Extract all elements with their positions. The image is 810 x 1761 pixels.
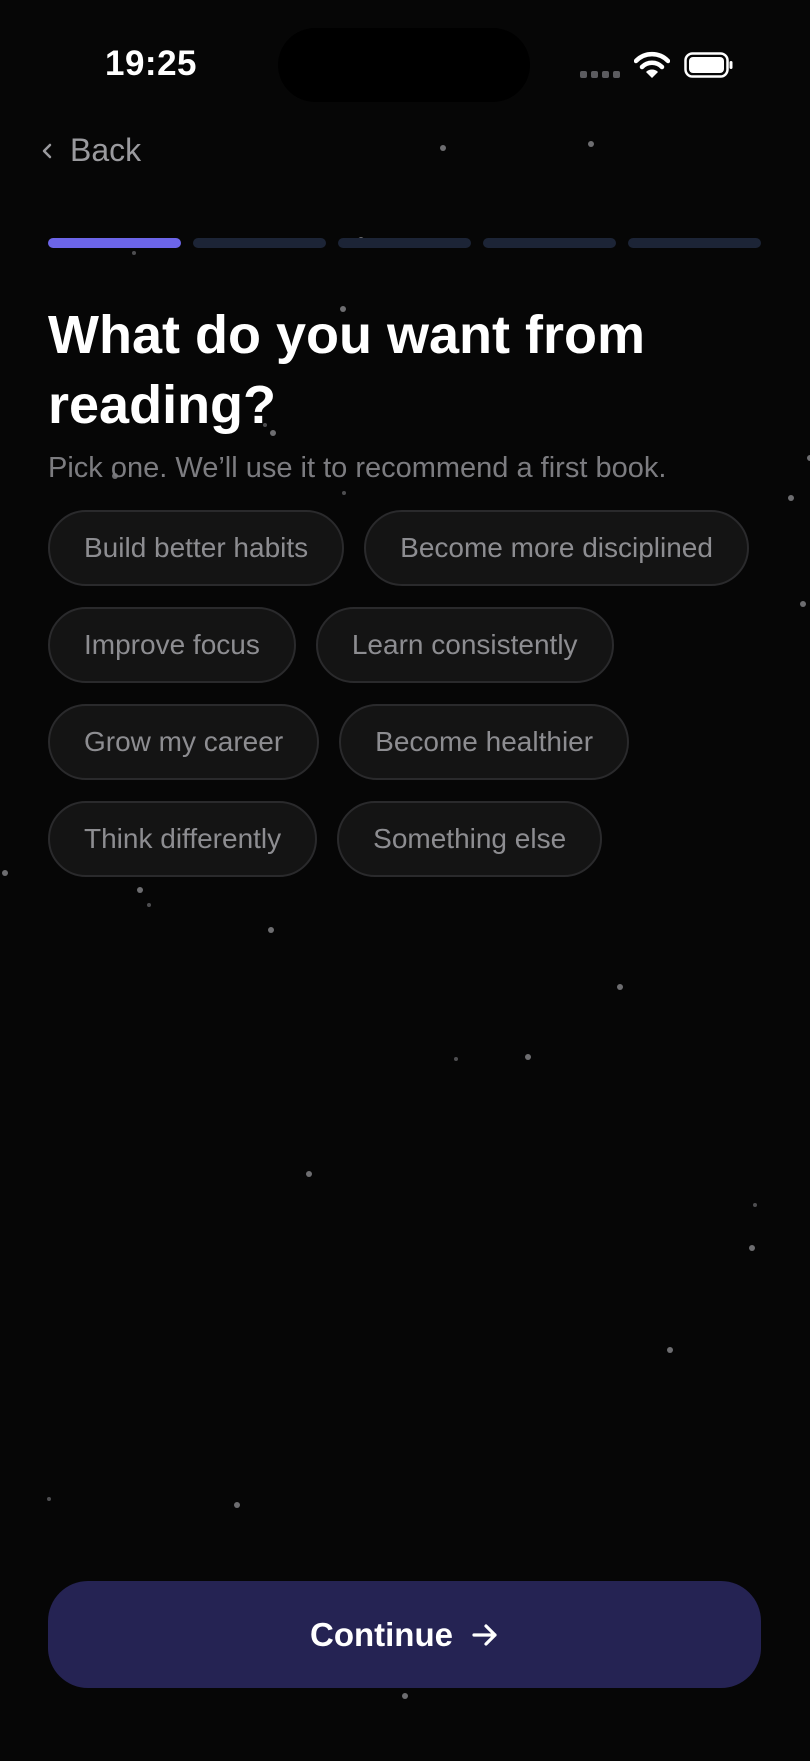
progress-segment bbox=[48, 238, 181, 248]
progress-segment bbox=[483, 238, 616, 248]
wifi-icon bbox=[634, 51, 670, 78]
question-subtitle: Pick one. We’ll use it to recommend a fi… bbox=[48, 452, 667, 484]
cellular-signal-icon bbox=[580, 71, 620, 78]
dynamic-island bbox=[278, 28, 530, 102]
chevron-left-icon bbox=[42, 143, 52, 158]
option-chip-improve-focus[interactable]: Improve focus bbox=[48, 607, 296, 683]
star-dot bbox=[306, 1171, 312, 1177]
star-dot bbox=[749, 1245, 755, 1251]
star-dot bbox=[667, 1347, 673, 1353]
star-dot bbox=[234, 1502, 240, 1508]
starfield-background bbox=[0, 0, 810, 1761]
star-dot bbox=[132, 251, 136, 255]
star-dot bbox=[47, 1497, 51, 1501]
progress-segment bbox=[338, 238, 471, 248]
star-dot bbox=[788, 495, 794, 501]
star-dot bbox=[268, 927, 274, 933]
star-dot bbox=[525, 1054, 531, 1060]
star-dot bbox=[800, 601, 806, 607]
option-chip-learn-consistently[interactable]: Learn consistently bbox=[315, 607, 614, 683]
option-chip-become-healthier[interactable]: Become healthier bbox=[339, 704, 630, 780]
back-label: Back bbox=[70, 132, 142, 168]
step-progress-bar bbox=[48, 238, 761, 248]
status-bar: 19:25 bbox=[0, 0, 810, 130]
star-dot bbox=[753, 1203, 757, 1207]
progress-segment bbox=[628, 238, 761, 248]
option-chip-something-else[interactable]: Something else bbox=[337, 801, 603, 877]
question-title: What do you want from reading? bbox=[48, 305, 645, 435]
continue-button[interactable]: Continue bbox=[48, 1581, 761, 1688]
option-chip-grow-my-career[interactable]: Grow my career bbox=[48, 704, 320, 780]
status-time: 19:25 bbox=[105, 44, 198, 83]
option-chip-build-better-habits[interactable]: Build better habits bbox=[48, 510, 345, 586]
star-dot bbox=[588, 141, 594, 147]
star-dot bbox=[2, 870, 8, 876]
option-chips: Build better habits Become more discipli… bbox=[48, 510, 768, 877]
battery-icon bbox=[684, 52, 733, 78]
progress-segment bbox=[193, 238, 326, 248]
star-dot bbox=[440, 145, 446, 151]
star-dot bbox=[617, 984, 623, 990]
back-button[interactable]: Back bbox=[40, 132, 141, 169]
star-dot bbox=[137, 887, 143, 893]
star-dot bbox=[402, 1693, 408, 1699]
arrow-right-icon bbox=[472, 1623, 497, 1646]
option-chip-become-more-disciplined[interactable]: Become more disciplined bbox=[364, 510, 749, 586]
star-dot bbox=[147, 903, 151, 907]
continue-label: Continue bbox=[310, 1615, 453, 1653]
star-dot bbox=[454, 1057, 458, 1061]
star-dot bbox=[342, 491, 346, 495]
option-chip-think-differently[interactable]: Think differently bbox=[48, 801, 318, 877]
